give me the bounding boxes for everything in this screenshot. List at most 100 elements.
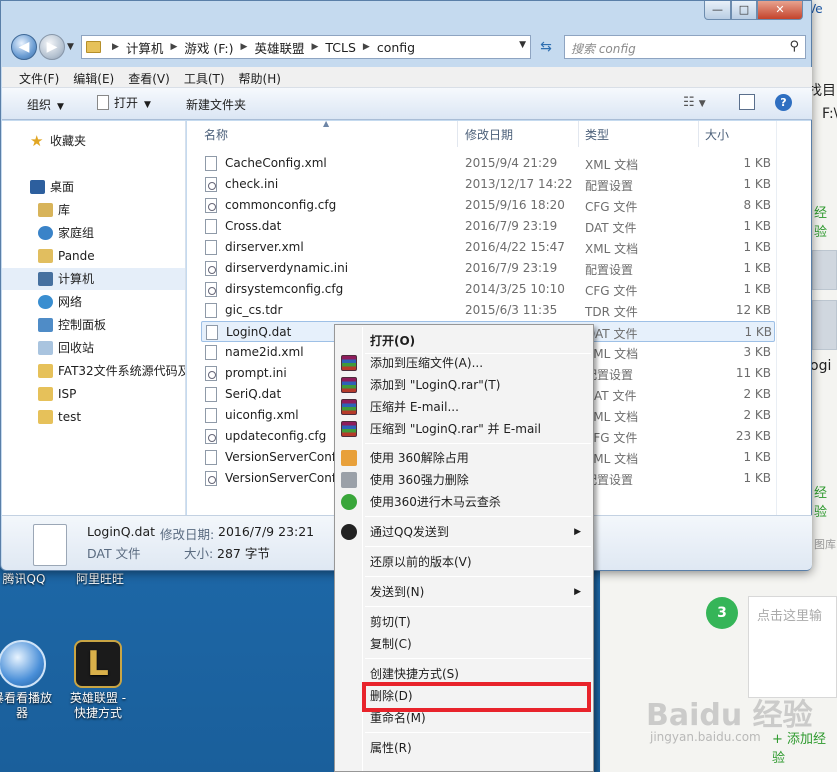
forward-button[interactable]: ▶ (39, 34, 65, 60)
organize-button[interactable]: 组织 ▼ (27, 96, 64, 113)
column-header-date[interactable]: 修改日期 (465, 126, 513, 143)
breadcrumb-item[interactable]: 游戏 (F:) (184, 38, 233, 57)
column-header-name[interactable]: 名称 (204, 126, 228, 143)
breadcrumb-item[interactable]: config (377, 40, 415, 55)
sidebar-item-computer[interactable]: 计算机 (2, 268, 185, 290)
sidebar-item-network[interactable]: 网络 (2, 291, 185, 313)
user-folder-icon (38, 249, 53, 263)
chevron-right-icon[interactable]: ▶ (311, 42, 318, 52)
desktop-icon-label: 阿里旺旺 (75, 572, 124, 586)
chevron-right-icon[interactable]: ▶ (112, 42, 119, 52)
menu-item-properties[interactable]: 属性(R) (337, 737, 591, 759)
menu-item-open[interactable]: 打开(O) (337, 330, 591, 352)
menu-file[interactable]: 文件(F) (12, 67, 66, 87)
breadcrumb-item[interactable]: TCLS (325, 40, 356, 55)
chevron-down-icon[interactable]: ▼ (519, 40, 526, 50)
column-header-type[interactable]: 类型 (585, 126, 609, 143)
chevron-right-icon[interactable]: ▶ (241, 42, 248, 52)
menu-item-label: 重命名(M) (370, 711, 426, 725)
view-options-icon[interactable]: ☷ ▼ (683, 95, 706, 110)
menu-item-add-to-archive[interactable]: 添加到压缩文件(A)... (337, 352, 591, 374)
menu-tools[interactable]: 工具(T) (177, 67, 232, 87)
chevron-right-icon[interactable]: ▶ (363, 42, 370, 52)
sidebar-item-folder[interactable]: test (2, 406, 185, 428)
menu-item-360-scan[interactable]: 使用360进行木马云查杀 (337, 491, 591, 513)
menu-item-360-force-delete[interactable]: 使用 360强力删除 (337, 469, 591, 491)
file-size: 1 KB (743, 156, 771, 170)
breadcrumb-item[interactable]: 计算机 (126, 38, 164, 57)
webpage-green-link[interactable]: 经验 (814, 202, 837, 240)
menu-item-cut[interactable]: 剪切(T) (337, 611, 591, 633)
column-divider[interactable] (578, 121, 579, 147)
desktop-icon-aliwangwang[interactable]: 阿里旺旺 (64, 572, 136, 587)
recent-pages-dropdown-icon[interactable]: ▼ (67, 42, 74, 52)
breadcrumb-item[interactable]: 英雄联盟 (254, 38, 304, 57)
menu-item-add-to-rar[interactable]: 添加到 "LoginQ.rar"(T) (337, 374, 591, 396)
chevron-down-icon: ▼ (144, 100, 151, 110)
menu-item-copy[interactable]: 复制(C) (337, 633, 591, 655)
address-bar[interactable]: ▶ 计算机 ▶ 游戏 (F:) ▶ 英雄联盟 ▶ TCLS ▶ config ▼ (81, 35, 531, 59)
menu-item-label: 添加到 "LoginQ.rar"(T) (370, 378, 501, 392)
column-divider[interactable] (457, 121, 458, 147)
help-icon[interactable]: ? (775, 94, 792, 111)
menu-item-360-unlock[interactable]: 使用 360解除占用 (337, 447, 591, 469)
sidebar-item-label: 桌面 (50, 180, 75, 194)
menu-item-compress-rar-email[interactable]: 压缩到 "LoginQ.rar" 并 E-mail (337, 418, 591, 440)
settings-file-icon (205, 366, 217, 381)
file-row[interactable]: check.ini 2013/12/17 14:22 配置设置 1 KB (201, 174, 775, 195)
minimize-button[interactable]: — (704, 1, 731, 20)
column-divider[interactable] (698, 121, 699, 147)
file-row[interactable]: dirserverdynamic.ini 2016/7/9 23:19 配置设置 1 … (201, 258, 775, 279)
file-date: 2015/9/16 18:20 (465, 198, 565, 212)
column-header-size[interactable]: 大小 (705, 126, 729, 143)
search-icon[interactable]: ⚲ (789, 39, 799, 54)
file-row[interactable]: CacheConfig.xml 2015/9/4 21:29 XML 文档 1 KB (201, 153, 775, 174)
sidebar-item-control-panel[interactable]: 控制面板 (2, 314, 185, 336)
file-icon (205, 219, 217, 234)
file-row[interactable]: gic_cs.tdr 2015/6/3 11:35 TDR 文件 12 KB (201, 300, 775, 321)
sidebar-item-favorites[interactable]: ★ 收藏夹 (2, 130, 185, 152)
chevron-right-icon[interactable]: ▶ (170, 42, 177, 52)
menu-item-compress-email[interactable]: 压缩并 E-mail... (337, 396, 591, 418)
sidebar-item-libraries[interactable]: 库 (2, 199, 185, 221)
menu-item-send-to[interactable]: 发送到(N) ▶ (337, 581, 591, 603)
webpage-green-link[interactable]: 经验 (814, 482, 837, 520)
file-row[interactable]: dirsystemconfig.cfg 2014/3/25 10:10 CFG 文件… (201, 279, 775, 300)
file-name: commonconfig.cfg (225, 198, 337, 212)
back-button[interactable]: ◀ (11, 34, 37, 60)
file-size: 1 KB (743, 282, 771, 296)
desktop-icon-label: 暴看看播放 (0, 691, 52, 705)
file-row[interactable]: Cross.dat 2016/7/9 23:19 DAT 文件 1 KB (201, 216, 775, 237)
open-button[interactable]: 打开 ▼ (97, 94, 151, 111)
menu-item-send-via-qq[interactable]: 通过QQ发送到 ▶ (337, 521, 591, 543)
preview-pane-icon[interactable] (739, 94, 755, 110)
sidebar-item-desktop[interactable]: 桌面 (2, 176, 185, 198)
desktop-icon-qq[interactable]: 腾讯QQ (0, 572, 60, 587)
maximize-button[interactable]: □ (731, 1, 757, 20)
menu-item-restore-previous[interactable]: 还原以前的版本(V) (337, 551, 591, 573)
sidebar-item-folder[interactable]: ISP (2, 383, 185, 405)
sidebar-item-folder[interactable]: FAT32文件系统源代码及 (2, 360, 185, 382)
sidebar-item-homegroup[interactable]: 家庭组 (2, 222, 185, 244)
sidebar-item-recycle-bin[interactable]: 回收站 (2, 337, 185, 359)
file-date: 2014/3/25 10:10 (465, 282, 565, 296)
library-icon (38, 203, 53, 217)
menu-help[interactable]: 帮助(H) (232, 67, 288, 87)
menu-item-label: 使用 360解除占用 (370, 451, 469, 465)
add-experience-link[interactable]: + 添加经验 (772, 728, 837, 766)
search-input[interactable]: 搜索 config ⚲ (564, 35, 806, 59)
new-folder-button[interactable]: 新建文件夹 (186, 96, 246, 113)
sidebar-item-user[interactable]: Pande (2, 245, 185, 267)
comment-input[interactable]: 点击这里输 (748, 596, 837, 698)
file-row[interactable]: commonconfig.cfg 2015/9/16 18:20 CFG 文件 8 K… (201, 195, 775, 216)
menu-edit[interactable]: 编辑(E) (66, 67, 121, 87)
close-button[interactable]: ✕ (757, 1, 803, 20)
webpage-library-link[interactable]: 图库 (814, 536, 836, 552)
settings-file-icon (205, 177, 217, 192)
menu-view[interactable]: 查看(V) (121, 67, 177, 87)
title-bar[interactable]: — □ ✕ (1, 1, 811, 27)
desktop-icon-league-of-legends[interactable]: L 英雄联盟 - 快捷方式 (62, 640, 134, 721)
refresh-button[interactable]: ⇆ (533, 35, 559, 59)
file-row[interactable]: dirserver.xml 2016/4/22 15:47 XML 文档 1 KB (201, 237, 775, 258)
desktop-icon-kankan-player[interactable]: 暴看看播放 器 (0, 640, 58, 721)
